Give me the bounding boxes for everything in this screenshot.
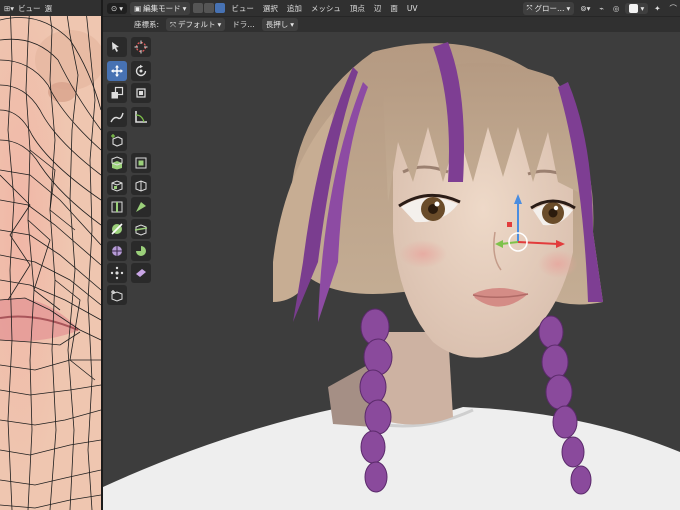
character-render (103, 42, 680, 510)
shrink-fatten-icon (136, 269, 146, 277)
mode-dropdown[interactable]: ▣ 編集モード ▾ (130, 1, 191, 15)
menu-edge[interactable]: 辺 (371, 3, 385, 14)
knife-tool[interactable] (107, 219, 127, 239)
menu-add[interactable]: 追加 (284, 3, 305, 14)
menu-select[interactable]: 選択 (260, 3, 281, 14)
loop-cut-icon (111, 201, 123, 213)
spin-icon (136, 246, 146, 256)
offset-edge-tool[interactable] (131, 197, 151, 217)
drag-label: ドラ… (232, 20, 255, 29)
coord-system-value: デフォルト (178, 20, 216, 29)
uv-menu-view[interactable]: ビュー (18, 3, 41, 14)
offset-edge-icon (136, 202, 146, 212)
measure-tool[interactable] (131, 107, 151, 127)
proportional-edit-icon[interactable]: ◎ (610, 4, 623, 13)
shrink-fatten-tool[interactable] (131, 263, 151, 283)
shear-tool[interactable] (107, 285, 127, 305)
snap-icon[interactable]: ⌁ (596, 4, 607, 13)
extrude-manifold-tool[interactable] (131, 153, 151, 173)
menu-vertex[interactable]: 頂点 (347, 3, 368, 14)
viewport-icon: ⊙ (111, 3, 118, 13)
inset-tool[interactable] (107, 175, 127, 195)
poly-build-tool[interactable] (107, 241, 127, 261)
editor-type-button[interactable]: ⊙ ▾ (107, 2, 128, 14)
smooth-tool[interactable] (107, 263, 127, 283)
coord-system-label: 座標系: (134, 20, 160, 29)
edit-mode-icon: ▣ (134, 3, 142, 13)
transform-orientation-icon: ⤧ (170, 19, 177, 29)
extrude-manifold-icon (135, 157, 147, 169)
measure-icon (135, 111, 147, 123)
annotate-tool[interactable] (107, 107, 127, 127)
drag-dropdown[interactable]: 長押し ▾ (261, 18, 299, 31)
cursor-icon (134, 40, 148, 54)
knife-icon (111, 223, 123, 235)
bisect-tool[interactable] (131, 219, 151, 239)
curve-icon[interactable]: ⌒ (667, 3, 680, 14)
bevel-tool[interactable] (131, 175, 151, 195)
smooth-icon (110, 266, 124, 280)
drag-value: 長押し (265, 20, 289, 29)
move-icon (111, 65, 123, 77)
cursor-tool[interactable] (131, 37, 151, 57)
loop-cut-tool[interactable] (107, 197, 127, 217)
vertex-select-icon[interactable] (193, 3, 204, 13)
bisect-icon (134, 224, 148, 236)
color-swatch-button[interactable]: ▾ (625, 2, 649, 14)
transform-tool[interactable] (131, 83, 151, 103)
face-select-icon[interactable] (215, 3, 226, 13)
select-mode-group (193, 3, 226, 13)
add-cube-tool[interactable] (107, 131, 127, 151)
viewport-header: ⊙ ▾ ▣ 編集モード ▾ ビュー 選択 追加 メッシュ 頂点 辺 面 UV ⤧ グロー… (103, 0, 680, 16)
menu-face[interactable]: 面 (387, 3, 401, 14)
scale-icon (111, 86, 124, 99)
menu-uv[interactable]: UV (404, 4, 421, 13)
menu-view[interactable]: ビュー (228, 3, 257, 14)
tweak-select-icon (112, 42, 119, 52)
inset-icon (111, 180, 123, 192)
pivot-icon[interactable]: ⊚▾ (577, 4, 593, 13)
tweak-select-tool[interactable] (107, 37, 127, 57)
bevel-icon (135, 180, 147, 192)
spin-tool[interactable] (131, 241, 151, 261)
extrude-tool[interactable] (107, 153, 127, 173)
uv-editor-pane[interactable] (0, 0, 101, 510)
shear-icon (111, 290, 123, 302)
mode-label: 編集モード (143, 3, 181, 13)
scale-tool[interactable] (107, 83, 127, 103)
add-cube-icon (111, 134, 123, 147)
annotate-icon (110, 112, 124, 123)
uv-wireframe (0, 0, 101, 510)
color-swatch (629, 3, 639, 13)
tool-settings-bar: 座標系: ⤧ デフォルト ▾ ドラ… 長押し ▾ (103, 16, 680, 32)
menu-mesh[interactable]: メッシュ (308, 3, 344, 14)
edge-select-icon[interactable] (204, 3, 215, 13)
transform-icon (136, 88, 146, 98)
orientation-label: グロー… (534, 3, 565, 13)
uv-menu-select[interactable]: 選 (45, 3, 53, 14)
extrude-icon (111, 156, 123, 170)
axes-icon: ⤧ (526, 3, 533, 12)
overlay-icon[interactable]: ✦ (651, 4, 663, 13)
rotate-icon (135, 64, 147, 77)
3d-viewport[interactable] (103, 32, 680, 510)
poly-build-icon (112, 246, 122, 256)
editor-type-icon[interactable]: ⊞▾ (4, 4, 14, 13)
rotate-tool[interactable] (131, 61, 151, 81)
move-tool[interactable] (107, 61, 127, 81)
uv-header: ⊞▾ ビュー 選 (0, 0, 101, 16)
orientation-dropdown[interactable]: ⤧ グロー… ▾ (522, 1, 575, 15)
coord-system-dropdown[interactable]: ⤧ デフォルト ▾ (166, 18, 226, 31)
